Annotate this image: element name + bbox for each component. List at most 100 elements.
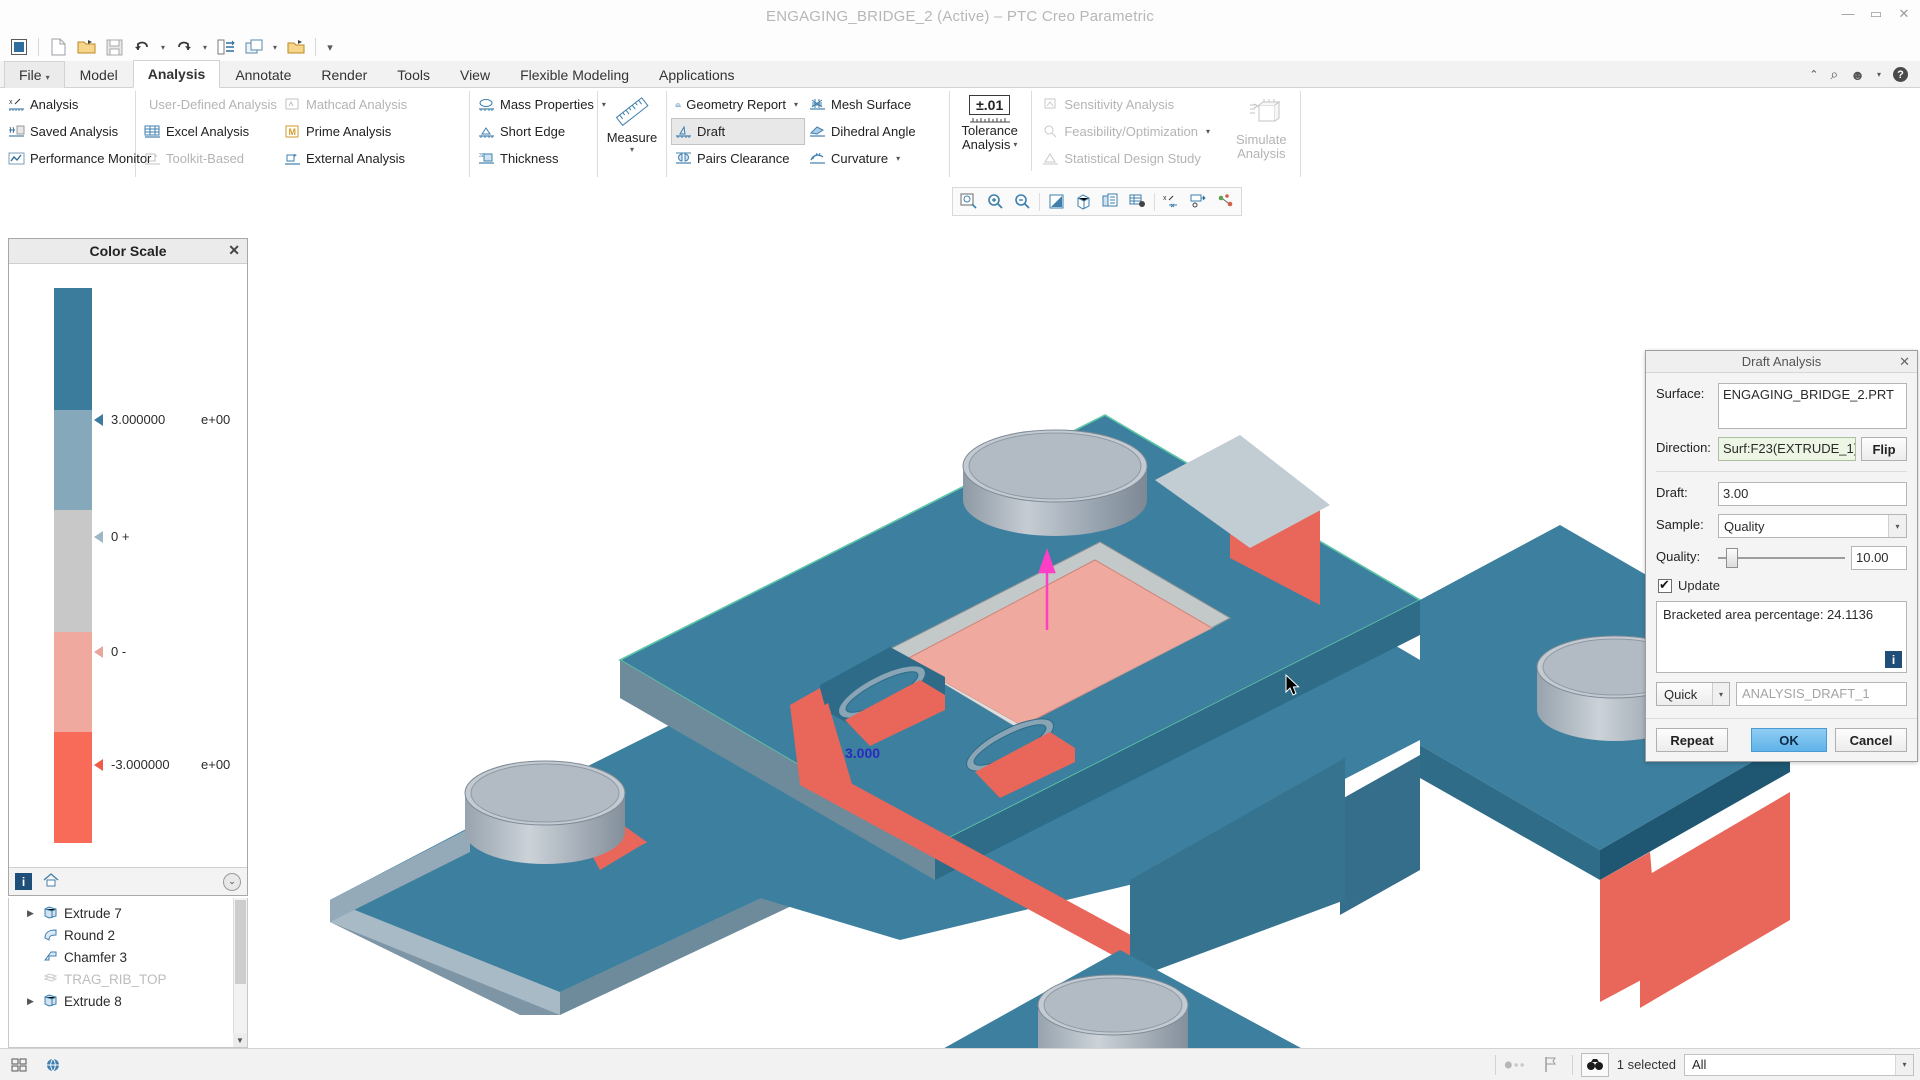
creo-app-icon[interactable] bbox=[6, 35, 32, 59]
ribbon-item-toolkit-based[interactable]: Toolkit-Based bbox=[140, 145, 280, 172]
model-tree-scrollbar[interactable]: ▼ bbox=[233, 898, 247, 1047]
result-textbox[interactable]: Bracketed area percentage: 24.1136 i bbox=[1656, 601, 1907, 673]
repeat-button[interactable]: Repeat bbox=[1656, 728, 1728, 752]
search-icon[interactable]: ⌕ bbox=[1830, 66, 1838, 83]
undo-icon[interactable] bbox=[129, 35, 155, 59]
minimize-button[interactable]: — bbox=[1840, 6, 1856, 22]
update-row[interactable]: Update bbox=[1658, 577, 1907, 593]
new-icon[interactable] bbox=[45, 35, 71, 59]
ribbon-item-user-defined-analysis[interactable]: User-Defined Analysis bbox=[140, 91, 280, 118]
slider-knob[interactable] bbox=[1726, 548, 1738, 568]
regenerate-icon[interactable] bbox=[213, 35, 239, 59]
expand-arrow-icon[interactable]: ▶ bbox=[27, 996, 37, 1007]
graphics-viewport[interactable]: x 3.000 Color Scale ✕ 3.000000 e+00 0 + … bbox=[0, 180, 1920, 1048]
close-icon[interactable]: ✕ bbox=[228, 242, 240, 259]
chevron-down-icon[interactable]: ▾ bbox=[896, 154, 900, 163]
surface-input[interactable]: ENGAGING_BRIDGE_2.PRT bbox=[1718, 383, 1907, 429]
saved-orientations-icon[interactable] bbox=[1097, 189, 1124, 214]
ribbon-item-draft[interactable]: Draft bbox=[671, 118, 805, 145]
qat-overflow-icon[interactable]: ▾ bbox=[322, 35, 338, 59]
list-item[interactable]: Chamfer 3 bbox=[9, 946, 247, 968]
maximize-button[interactable]: ▭ bbox=[1868, 6, 1884, 22]
draft-analysis-dialog[interactable]: Draft Analysis ✕ Surface: ENGAGING_BRIDG… bbox=[1645, 350, 1918, 762]
sample-select[interactable]: Quality ▾ bbox=[1718, 514, 1907, 538]
tab-file[interactable]: File ▾ bbox=[4, 61, 65, 88]
close-window-icon[interactable] bbox=[283, 35, 309, 59]
status-grid-icon[interactable] bbox=[6, 1053, 32, 1077]
view-manager-icon[interactable] bbox=[1124, 189, 1151, 214]
analysis-name-input[interactable]: ANALYSIS_DRAFT_1 bbox=[1736, 682, 1907, 706]
undo-dropdown-icon[interactable]: ▾ bbox=[157, 35, 169, 59]
scroll-down-arrow-icon[interactable]: ▼ bbox=[233, 1033, 247, 1047]
tab-applications[interactable]: Applications bbox=[644, 61, 750, 88]
tab-model[interactable]: Model bbox=[65, 61, 133, 88]
redo-icon[interactable] bbox=[171, 35, 197, 59]
ribbon-item-external-analysis[interactable]: External Analysis bbox=[280, 145, 465, 172]
display-style-icon[interactable] bbox=[1070, 189, 1097, 214]
list-item[interactable]: TRAG_RIB_TOP bbox=[9, 968, 247, 990]
selection-filter-select[interactable]: All ▾ bbox=[1684, 1053, 1914, 1076]
ok-button[interactable]: OK bbox=[1751, 728, 1827, 752]
tab-tools[interactable]: Tools bbox=[382, 61, 445, 88]
draft-input[interactable]: 3.00 bbox=[1718, 482, 1907, 506]
ribbon-item-pairs-clearance[interactable]: Pairs Clearance bbox=[671, 145, 805, 172]
scrollbar-thumb[interactable] bbox=[235, 900, 246, 984]
direction-input[interactable]: Surf:F23(EXTRUDE_1) bbox=[1718, 437, 1856, 461]
status-flag-icon[interactable] bbox=[1538, 1053, 1564, 1077]
tab-render[interactable]: Render bbox=[306, 61, 382, 88]
datum-display-icon[interactable]: x bbox=[1158, 189, 1185, 214]
flip-button[interactable]: Flip bbox=[1861, 437, 1907, 461]
zoom-out-icon[interactable] bbox=[1009, 189, 1036, 214]
ribbon-item-mass-properties[interactable]: Mass Properties ▾ bbox=[474, 91, 613, 118]
cancel-button[interactable]: Cancel bbox=[1835, 728, 1907, 752]
ribbon-item-curvature[interactable]: Curvature ▾ bbox=[805, 145, 945, 172]
ribbon-item-thickness[interactable]: 3D Thickness bbox=[474, 145, 613, 172]
user-account-icon[interactable]: ☻ bbox=[1850, 67, 1865, 83]
spin-center-icon[interactable] bbox=[1212, 189, 1239, 214]
help-icon[interactable]: ? bbox=[1893, 67, 1908, 82]
chevron-down-icon[interactable]: ▾ bbox=[1206, 127, 1210, 136]
measure-dropdown-icon[interactable]: ▾ bbox=[630, 145, 634, 154]
ribbon-item-feasibility-optimization[interactable]: Feasibility/Optimization ▾ bbox=[1038, 118, 1226, 145]
tab-view[interactable]: View bbox=[445, 61, 505, 88]
quick-dropdown-button[interactable]: Quick ▾ bbox=[1656, 682, 1730, 706]
ribbon-item-sensitivity-analysis[interactable]: Sensitivity Analysis bbox=[1038, 91, 1226, 118]
zoom-in-icon[interactable] bbox=[982, 189, 1009, 214]
ribbon-item-dihedral-angle[interactable]: Dihedral Angle bbox=[805, 118, 945, 145]
ribbon-item-excel-analysis[interactable]: Excel Analysis bbox=[140, 118, 280, 145]
tab-analysis[interactable]: Analysis bbox=[132, 60, 221, 88]
close-button[interactable]: ✕ bbox=[1896, 6, 1912, 22]
tolerance-dropdown-icon[interactable]: ▾ bbox=[1013, 138, 1017, 152]
status-globe-icon[interactable] bbox=[40, 1053, 66, 1077]
window-dropdown-icon[interactable]: ▾ bbox=[269, 35, 281, 59]
annotation-display-icon[interactable] bbox=[1185, 189, 1212, 214]
chevron-down-icon[interactable]: ▾ bbox=[1888, 515, 1906, 537]
quality-slider[interactable] bbox=[1718, 546, 1845, 570]
color-scale-expand-icon[interactable]: ⌄ bbox=[223, 872, 241, 891]
color-scale-home-icon[interactable] bbox=[42, 872, 60, 891]
window-switch-icon[interactable] bbox=[241, 35, 267, 59]
collapse-ribbon-icon[interactable]: ⌃ bbox=[1809, 68, 1818, 81]
ribbon-item-geometry-report[interactable]: Geometry Report ▾ bbox=[671, 91, 805, 118]
ribbon-item-prime-analysis[interactable]: M Prime Analysis bbox=[280, 118, 465, 145]
close-icon[interactable]: ✕ bbox=[1899, 354, 1910, 370]
quality-value-input[interactable]: 10.00 bbox=[1851, 546, 1907, 570]
chevron-down-icon[interactable]: ▾ bbox=[794, 100, 798, 109]
open-folder-icon[interactable] bbox=[73, 35, 99, 59]
list-item[interactable]: ▶ Extrude 8 bbox=[9, 990, 247, 1012]
list-item[interactable]: Round 2 bbox=[9, 924, 247, 946]
chevron-down-icon[interactable]: ▾ bbox=[1712, 683, 1729, 705]
ribbon-item-statistical-design-study[interactable]: Statistical Design Study bbox=[1038, 145, 1226, 172]
tab-annotate[interactable]: Annotate bbox=[220, 61, 306, 88]
repaint-icon[interactable] bbox=[1043, 189, 1070, 214]
tab-flexible-modeling[interactable]: Flexible Modeling bbox=[505, 61, 644, 88]
ribbon-item-mathcad-analysis[interactable]: Mathcad Analysis bbox=[280, 91, 465, 118]
account-dropdown-icon[interactable]: ▾ bbox=[1877, 70, 1881, 79]
expand-arrow-icon[interactable]: ▶ bbox=[27, 908, 37, 919]
color-scale-info-icon[interactable]: i bbox=[15, 873, 32, 890]
update-checkbox[interactable] bbox=[1658, 577, 1672, 593]
search-select-icon[interactable] bbox=[1580, 1052, 1609, 1077]
info-icon[interactable]: i bbox=[1885, 651, 1902, 668]
save-icon[interactable] bbox=[101, 35, 127, 59]
measure-button[interactable]: Measure ▾ bbox=[602, 91, 662, 154]
